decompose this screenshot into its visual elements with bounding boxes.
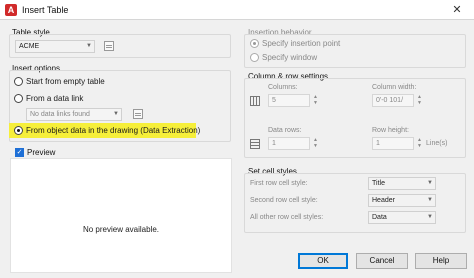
first-row-style-label: First row cell style: bbox=[250, 180, 308, 187]
radio-circle bbox=[14, 77, 23, 86]
preview-checkbox[interactable]: ✓ bbox=[15, 148, 24, 157]
radio-circle bbox=[250, 53, 259, 62]
data-link-dropdown[interactable]: No data links found ▼ bbox=[26, 108, 122, 121]
autocad-app-icon: A bbox=[5, 4, 17, 16]
table-style-dropdown[interactable]: ACME ▼ bbox=[15, 40, 95, 53]
help-button[interactable]: Help bbox=[415, 253, 467, 269]
radio-circle bbox=[14, 94, 23, 103]
data-link-value: No data links found bbox=[30, 111, 90, 118]
columns-label: Columns: bbox=[268, 84, 298, 91]
preview-pane: No preview available. bbox=[10, 158, 232, 273]
chevron-down-icon: ▼ bbox=[427, 214, 433, 220]
preview-label: Preview bbox=[27, 148, 56, 157]
columns-spinner[interactable]: ▲ ▼ bbox=[311, 94, 320, 107]
first-row-style-dropdown[interactable]: Title ▼ bbox=[368, 177, 436, 190]
radio-object-data-label: From object data in the drawing (Data Ex… bbox=[26, 126, 201, 135]
radio-data-link-label: From a data link bbox=[26, 94, 84, 103]
radio-specify-window-label: Specify window bbox=[262, 53, 318, 62]
radio-circle-selected bbox=[250, 39, 259, 48]
radio-insertion-point[interactable]: Specify insertion point bbox=[250, 38, 400, 50]
radio-empty-table[interactable]: Start from empty table bbox=[14, 76, 164, 88]
radio-empty-table-label: Start from empty table bbox=[26, 77, 105, 86]
radio-specify-window[interactable]: Specify window bbox=[250, 52, 400, 64]
row-height-input[interactable]: 1 bbox=[372, 137, 414, 150]
first-row-style-value: Title bbox=[372, 180, 385, 187]
data-rows-input[interactable]: 1 bbox=[268, 137, 310, 150]
second-row-style-dropdown[interactable]: Header ▼ bbox=[368, 194, 436, 207]
column-width-label: Column width: bbox=[372, 84, 417, 91]
data-rows-spinner[interactable]: ▲ ▼ bbox=[311, 137, 320, 150]
data-rows-label: Data rows: bbox=[268, 127, 302, 134]
radio-object-data[interactable]: From object data in the drawing (Data Ex… bbox=[14, 125, 200, 137]
title-bar: A Insert Table ✕ bbox=[0, 0, 474, 20]
second-row-style-value: Header bbox=[372, 197, 395, 204]
radio-circle-selected bbox=[14, 126, 23, 135]
columns-input[interactable]: 5 bbox=[268, 94, 310, 107]
data-link-manager-icon[interactable] bbox=[133, 109, 143, 119]
table-style-value: ACME bbox=[19, 43, 40, 50]
column-width-spinner[interactable]: ▲ ▼ bbox=[415, 94, 424, 107]
close-button[interactable]: ✕ bbox=[440, 0, 474, 20]
chevron-down-icon: ▼ bbox=[113, 111, 119, 117]
column-width-input[interactable]: 0'-0 101/ bbox=[372, 94, 414, 107]
radio-data-link[interactable]: From a data link bbox=[14, 93, 164, 105]
radio-insertion-point-label: Specify insertion point bbox=[262, 39, 341, 48]
ok-button[interactable]: OK bbox=[298, 253, 348, 269]
other-row-style-label: All other row cell styles: bbox=[250, 214, 324, 221]
second-row-style-label: Second row cell style: bbox=[250, 197, 318, 204]
lines-unit-label: Line(s) bbox=[426, 140, 448, 147]
cancel-button[interactable]: Cancel bbox=[356, 253, 408, 269]
window-title: Insert Table bbox=[22, 5, 69, 15]
columns-icon bbox=[250, 96, 260, 106]
row-height-label: Row height: bbox=[372, 127, 409, 134]
preview-text: No preview available. bbox=[82, 225, 160, 234]
table-style-dialog-icon[interactable] bbox=[104, 41, 114, 51]
other-row-style-value: Data bbox=[372, 214, 387, 221]
row-height-spinner[interactable]: ▲ ▼ bbox=[415, 137, 424, 150]
chevron-down-icon: ▼ bbox=[86, 43, 92, 49]
chevron-down-icon: ▼ bbox=[427, 180, 433, 186]
rows-icon bbox=[250, 139, 260, 149]
other-row-style-dropdown[interactable]: Data ▼ bbox=[368, 211, 436, 224]
chevron-down-icon: ▼ bbox=[427, 197, 433, 203]
